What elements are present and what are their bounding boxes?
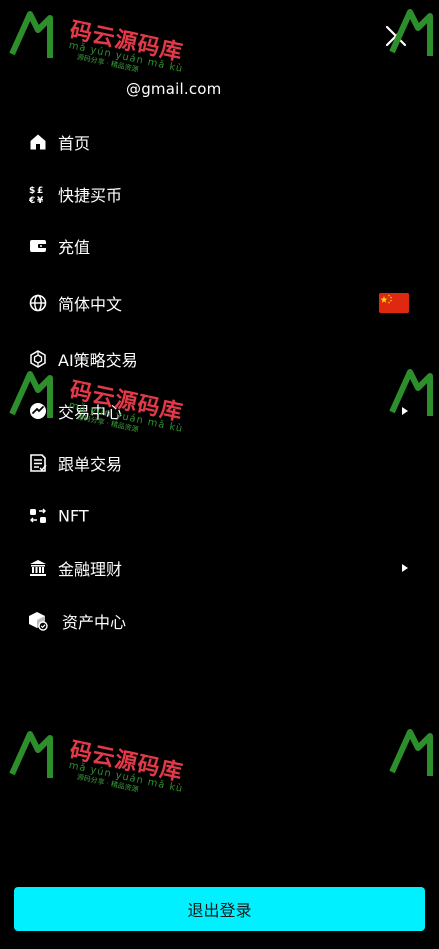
menu-item-trade-center[interactable]: 交易中心 [0,391,439,431]
menu-item-finance[interactable]: 金融理财 [0,548,439,588]
ai-cube-icon [28,349,48,369]
menu-item-quick-buy[interactable]: $ £ € ¥ 快捷买币 [0,174,439,214]
menu-item-home[interactable]: 首页 [0,122,439,162]
menu-item-label: AI策略交易 [58,351,138,370]
bank-icon [28,558,48,578]
watermark-subtitle: mǎ yún yuán mǎ kù [67,760,185,796]
nft-swap-icon [28,506,48,526]
trade-chart-icon [28,401,48,421]
menu-item-ai-trading[interactable]: AI策略交易 [0,339,439,379]
watermark-logo-icon [9,731,53,778]
watermark-logo-icon [389,729,433,776]
menu-item-deposit[interactable]: 充值 [0,226,439,266]
menu-item-label: 金融理财 [58,560,123,579]
menu-item-label: 跟单交易 [58,455,123,474]
currency-exchange-icon: $ £ € ¥ [28,184,48,204]
menu-item-label: 充值 [58,238,91,257]
menu-item-assets[interactable]: 资产中心 [0,601,439,641]
chevron-right-icon [401,563,409,573]
watermark: 码云源码库 mǎ yún yuán mǎ kù 源码分享 · 精品资源 [8,6,188,86]
close-button[interactable] [384,24,408,48]
watermark-tagline: 源码分享 · 精品资源 [76,52,140,74]
menu-item-language[interactable]: 简体中文 [0,283,439,323]
close-icon [385,25,407,47]
menu-item-label: 交易中心 [58,403,123,422]
globe-icon [28,293,48,313]
svg-text:$: $ [29,186,35,196]
watermark-title: 码云源码库 [67,17,186,67]
svg-text:¥: ¥ [37,196,44,204]
document-icon [28,453,48,473]
menu-item-nft[interactable]: NFT [0,496,439,536]
menu-item-label: 快捷买币 [58,186,123,205]
menu-item-label: 资产中心 [62,613,127,632]
watermark-title: 码云源码库 [67,737,186,787]
home-icon [28,132,48,152]
menu-item-label: 首页 [58,134,91,153]
logout-button[interactable]: 退出登录 [14,887,425,931]
watermark-tagline: 源码分享 · 精品资源 [76,772,140,794]
svg-text:€: € [29,196,35,204]
watermark-logo-icon [9,11,53,58]
wallet-icon [28,236,48,256]
menu-item-copy-trading[interactable]: 跟单交易 [0,443,439,483]
chevron-right-icon [401,406,409,416]
watermark-subtitle: mǎ yún yuán mǎ kù [67,40,185,76]
svg-text:£: £ [37,186,43,196]
china-flag-icon [379,293,409,313]
asset-box-icon [28,611,48,631]
menu-item-label: 简体中文 [58,295,123,314]
watermark: 码云源码库 mǎ yún yuán mǎ kù 源码分享 · 精品资源 [8,726,188,806]
user-email: @gmail.com [126,80,222,98]
menu-item-label: NFT [58,506,89,526]
